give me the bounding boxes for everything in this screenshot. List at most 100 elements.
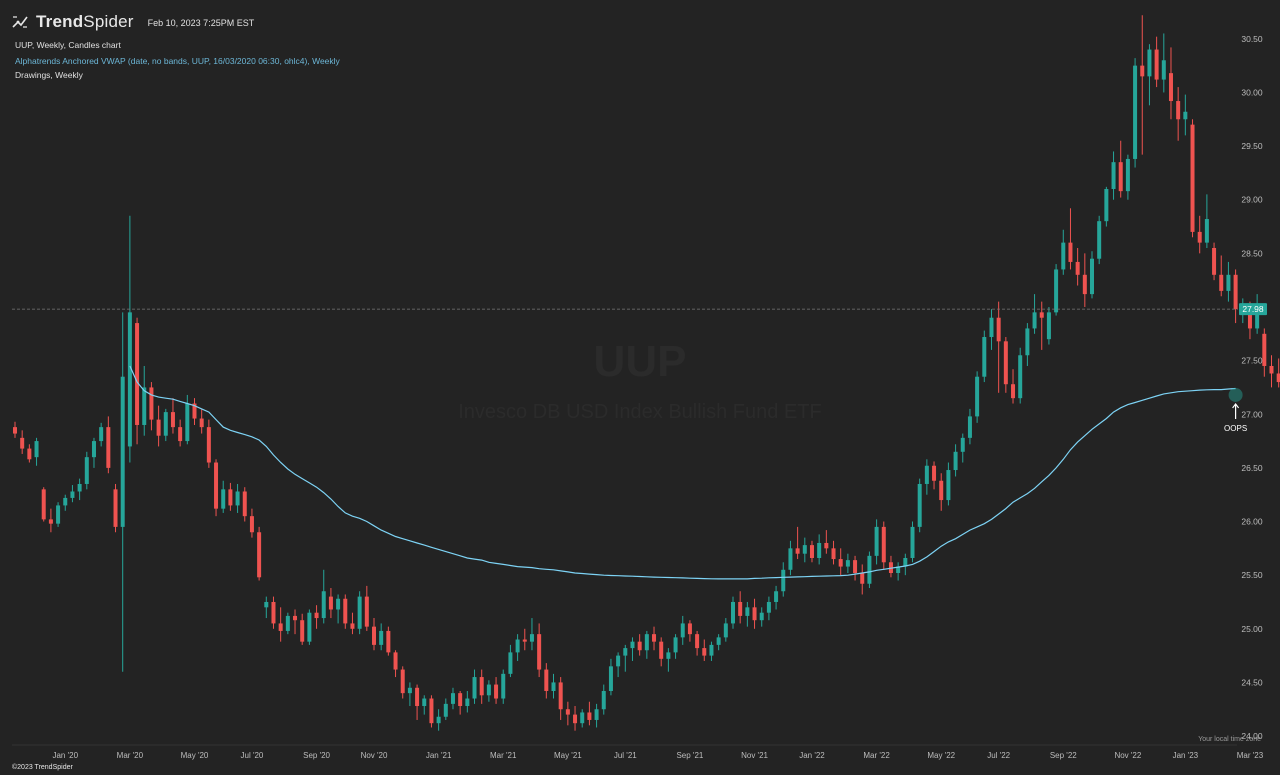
candle-body xyxy=(321,591,326,619)
candle-body xyxy=(838,559,843,567)
price-tick-label: 26.50 xyxy=(1241,463,1263,473)
annotation-label: OOPS xyxy=(1224,424,1247,433)
candle-body xyxy=(809,545,814,558)
candle-body xyxy=(1197,231,1202,243)
time-tick-label: Mar '23 xyxy=(1237,751,1264,760)
watermark-symbol: UUP xyxy=(594,337,687,386)
price-chart[interactable]: UUP Invesco DB USD Index Bullish Fund ET… xyxy=(0,0,1280,775)
candle-body xyxy=(170,412,175,428)
candle-body xyxy=(1011,384,1016,399)
candle-body xyxy=(1118,162,1123,192)
candle-body xyxy=(709,644,714,656)
candle-body xyxy=(400,669,405,694)
candle-body xyxy=(1190,124,1195,232)
candle-body xyxy=(465,698,470,707)
candle-body xyxy=(386,630,391,653)
candle-body xyxy=(1133,65,1138,159)
candle-body xyxy=(1039,312,1044,318)
candle-body xyxy=(27,448,32,460)
candle-body xyxy=(752,607,757,621)
candle-body xyxy=(874,526,879,556)
candle-body xyxy=(508,652,513,674)
candle-body xyxy=(285,615,290,631)
time-tick-label: Nov '20 xyxy=(361,751,388,760)
copyright: ©2023 TrendSpider xyxy=(12,764,73,771)
candle-body xyxy=(795,548,800,554)
legend-drawings[interactable]: Drawings, Weekly xyxy=(15,70,83,80)
candle-body xyxy=(644,634,649,651)
timezone-label[interactable]: Your local time zone xyxy=(1198,736,1261,743)
candle-body xyxy=(680,623,685,638)
candle-body xyxy=(529,634,534,642)
candle-body xyxy=(946,470,951,501)
candle-body xyxy=(479,677,484,696)
candle-body xyxy=(867,555,872,584)
candle-body xyxy=(436,716,441,724)
candle-body xyxy=(56,505,61,524)
candle-body xyxy=(135,323,140,425)
candle-body xyxy=(565,709,570,715)
candle-body xyxy=(357,596,362,629)
candle-body xyxy=(960,437,965,452)
candle-body xyxy=(293,615,298,621)
candle-body xyxy=(860,573,865,584)
candle-body xyxy=(831,548,836,560)
candle-body xyxy=(659,641,664,659)
candle-body xyxy=(652,634,657,642)
time-tick-label: Mar '21 xyxy=(490,751,517,760)
candle-body xyxy=(1068,242,1073,262)
candle-body xyxy=(70,491,75,498)
candle-body xyxy=(1054,269,1059,313)
time-tick-label: Sep '21 xyxy=(676,751,703,760)
candle-body xyxy=(228,489,233,506)
candle-body xyxy=(687,623,692,635)
candle-body xyxy=(372,626,376,645)
legend-vwap-indicator[interactable]: Alphatrends Anchored VWAP (date, no band… xyxy=(15,56,340,66)
candle-body xyxy=(48,519,53,524)
candle-body xyxy=(702,648,707,656)
candle-body xyxy=(314,612,319,619)
price-tick-label: 28.50 xyxy=(1241,248,1263,258)
candle-body xyxy=(393,652,398,670)
candle-body xyxy=(975,376,980,417)
candle-body xyxy=(558,682,563,710)
header: TrendSpider Feb 10, 2023 7:25PM EST xyxy=(12,12,254,32)
candle-body xyxy=(379,630,384,645)
candle-body xyxy=(264,601,269,608)
candle-body xyxy=(637,641,642,651)
candle-body xyxy=(300,620,305,642)
time-tick-label: Nov '22 xyxy=(1114,751,1141,760)
candle-body xyxy=(185,403,190,442)
candle-body xyxy=(608,666,613,692)
candle-body xyxy=(1097,221,1102,259)
candle-body xyxy=(77,483,82,492)
candle-body xyxy=(242,491,247,517)
candle-body xyxy=(221,489,226,509)
candle-body xyxy=(415,687,420,707)
candle-body xyxy=(199,418,204,428)
candle-body xyxy=(486,684,491,696)
candle-body xyxy=(494,684,499,699)
price-axis[interactable]: 24.0024.5025.0025.5026.0026.5027.0027.50… xyxy=(1241,34,1263,741)
candle-body xyxy=(328,596,333,610)
time-tick-label: May '22 xyxy=(927,751,955,760)
candle-body xyxy=(1147,49,1152,77)
brand-bold: Trend xyxy=(36,12,84,31)
candle-body xyxy=(1233,274,1238,310)
time-tick-label: Mar '20 xyxy=(117,751,144,760)
time-tick-label: May '21 xyxy=(554,751,582,760)
candle-body xyxy=(91,441,96,458)
price-tick-label: 24.50 xyxy=(1241,677,1263,687)
candle-body xyxy=(989,317,994,338)
time-tick-label: Jul '20 xyxy=(241,751,264,760)
timestamp: Feb 10, 2023 7:25PM EST xyxy=(147,18,255,28)
legend-main-series[interactable]: UUP, Weekly, Candles chart xyxy=(15,40,121,50)
candle-body xyxy=(666,652,671,659)
candle-body xyxy=(1269,365,1274,374)
candle-body xyxy=(99,427,104,442)
time-axis[interactable]: Jan '20 Mar '20 May '20 Jul '20 Sep '20 Nov '… xyxy=(52,751,1263,760)
candle-body xyxy=(1262,333,1267,366)
candle-body xyxy=(278,623,283,631)
trendspider-logo-icon xyxy=(12,16,28,28)
candle-body xyxy=(336,598,341,610)
